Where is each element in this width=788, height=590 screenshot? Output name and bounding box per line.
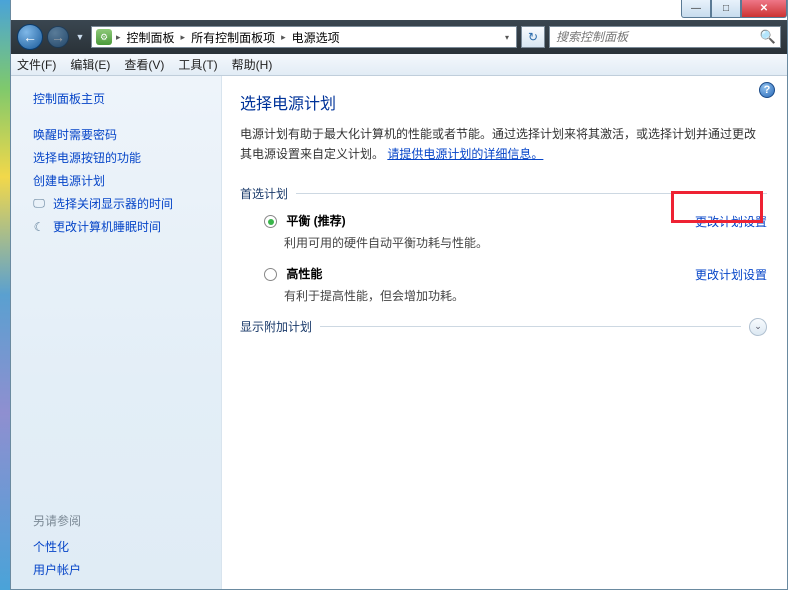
sidebar-item-label: 创建电源计划 xyxy=(33,172,105,189)
sidebar-item-label: 更改计算机睡眠时间 xyxy=(53,218,161,235)
intro-text: 电源计划有助于最大化计算机的性能或者节能。通过选择计划来将其激活，或选择计划并通… xyxy=(240,124,767,165)
preferred-plans-label: 首选计划 xyxy=(240,185,288,202)
breadcrumb-sep: ▸ xyxy=(179,32,188,43)
chevron-down-icon[interactable]: ⌄ xyxy=(749,318,767,336)
nav-forward-button[interactable]: → xyxy=(47,26,69,48)
see-also-personalization[interactable]: 个性化 xyxy=(33,535,221,558)
external-edge xyxy=(0,0,10,590)
divider xyxy=(296,193,767,194)
search-icon[interactable]: 🔍 xyxy=(760,29,776,45)
plan-balanced: 平衡 (推荐) 利用可用的硬件自动平衡功耗与性能。 更改计划设置 xyxy=(240,212,767,265)
monitor-icon: 🖵 xyxy=(31,196,47,212)
plan-radio-balanced[interactable] xyxy=(264,215,277,228)
control-panel-home-link[interactable]: 控制面板主页 xyxy=(33,92,105,106)
plan-name: 平衡 (推荐) xyxy=(286,214,345,228)
change-plan-settings-link[interactable]: 更改计划设置 xyxy=(695,212,767,230)
plan-desc: 利用可用的硬件自动平衡功耗与性能。 xyxy=(284,234,695,251)
menu-view[interactable]: 查看(V) xyxy=(124,56,164,73)
body: 控制面板主页 唤醒时需要密码 选择电源按钮的功能 创建电源计划 🖵 选择关闭显示… xyxy=(11,76,787,589)
divider xyxy=(320,326,741,327)
window-controls: — □ ✕ xyxy=(681,0,787,20)
plan-name: 高性能 xyxy=(286,267,322,281)
breadcrumb-item[interactable]: 所有控制面板项 xyxy=(189,29,277,46)
content-pane: ? 选择电源计划 电源计划有助于最大化计算机的性能或者节能。通过选择计划来将其激… xyxy=(222,76,787,589)
sidebar-item-display-off[interactable]: 🖵 选择关闭显示器的时间 xyxy=(11,192,221,215)
sidebar-item-label: 选择关闭显示器的时间 xyxy=(53,195,173,212)
sidebar-item-create-plan[interactable]: 创建电源计划 xyxy=(11,169,221,192)
sidebar-item-label: 唤醒时需要密码 xyxy=(33,126,117,143)
change-plan-settings-link[interactable]: 更改计划设置 xyxy=(695,265,767,283)
breadcrumb[interactable]: ⚙ ▸ 控制面板 ▸ 所有控制面板项 ▸ 电源选项 ▾ xyxy=(91,26,517,48)
menu-file[interactable]: 文件(F) xyxy=(17,56,56,73)
breadcrumb-sep: ▸ xyxy=(114,32,123,43)
breadcrumb-sep: ▸ xyxy=(279,32,288,43)
breadcrumb-dropdown[interactable]: ▾ xyxy=(502,33,512,42)
breadcrumb-item[interactable]: 电源选项 xyxy=(290,29,342,46)
preferred-plans-header: 首选计划 xyxy=(240,185,767,202)
see-also-user-accounts[interactable]: 用户帐户 xyxy=(33,558,221,581)
sidebar-item-label: 选择电源按钮的功能 xyxy=(33,149,141,166)
page-title: 选择电源计划 xyxy=(240,90,767,114)
address-bar: ← → ▼ ⚙ ▸ 控制面板 ▸ 所有控制面板项 ▸ 电源选项 ▾ ↻ 🔍 xyxy=(11,20,787,54)
search-input[interactable] xyxy=(554,29,754,45)
menu-help[interactable]: 帮助(H) xyxy=(232,56,273,73)
breadcrumb-item[interactable]: 控制面板 xyxy=(125,29,177,46)
refresh-button[interactable]: ↻ xyxy=(521,26,545,48)
sidebar-home: 控制面板主页 xyxy=(11,90,221,119)
plan-high-performance: 高性能 有利于提高性能，但会增加功耗。 更改计划设置 xyxy=(240,265,767,318)
menu-edit[interactable]: 编辑(E) xyxy=(70,56,110,73)
additional-plans-header[interactable]: 显示附加计划 ⌄ xyxy=(240,318,767,336)
sidebar: 控制面板主页 唤醒时需要密码 选择电源按钮的功能 创建电源计划 🖵 选择关闭显示… xyxy=(11,76,222,589)
control-panel-icon: ⚙ xyxy=(96,29,112,45)
sidebar-item-power-button[interactable]: 选择电源按钮的功能 xyxy=(11,146,221,169)
maximize-button[interactable]: □ xyxy=(711,0,741,18)
intro-details-link[interactable]: 请提供电源计划的详细信息。 xyxy=(387,147,543,161)
close-button[interactable]: ✕ xyxy=(741,0,787,18)
sidebar-task-list: 唤醒时需要密码 选择电源按钮的功能 创建电源计划 🖵 选择关闭显示器的时间 ☾ … xyxy=(11,119,221,238)
minimize-button[interactable]: — xyxy=(681,0,711,18)
moon-icon: ☾ xyxy=(31,219,47,235)
help-icon[interactable]: ? xyxy=(759,82,775,98)
nav-back-button[interactable]: ← xyxy=(17,24,43,50)
search-box[interactable]: 🔍 xyxy=(549,26,781,48)
nav-history-dropdown[interactable]: ▼ xyxy=(73,24,87,50)
sidebar-item-sleep[interactable]: ☾ 更改计算机睡眠时间 xyxy=(11,215,221,238)
menu-bar: 文件(F) 编辑(E) 查看(V) 工具(T) 帮助(H) xyxy=(11,54,787,76)
additional-plans-label: 显示附加计划 xyxy=(240,318,312,335)
see-also: 另请参阅 个性化 用户帐户 xyxy=(11,512,221,581)
control-panel-window: — □ ✕ ← → ▼ ⚙ ▸ 控制面板 ▸ 所有控制面板项 ▸ 电源选项 ▾ … xyxy=(10,0,788,590)
plan-radio-high-perf[interactable] xyxy=(264,268,277,281)
see-also-header: 另请参阅 xyxy=(33,512,221,529)
plan-desc: 有利于提高性能，但会增加功耗。 xyxy=(284,287,695,304)
sidebar-item-require-password[interactable]: 唤醒时需要密码 xyxy=(11,123,221,146)
menu-tools[interactable]: 工具(T) xyxy=(178,56,217,73)
